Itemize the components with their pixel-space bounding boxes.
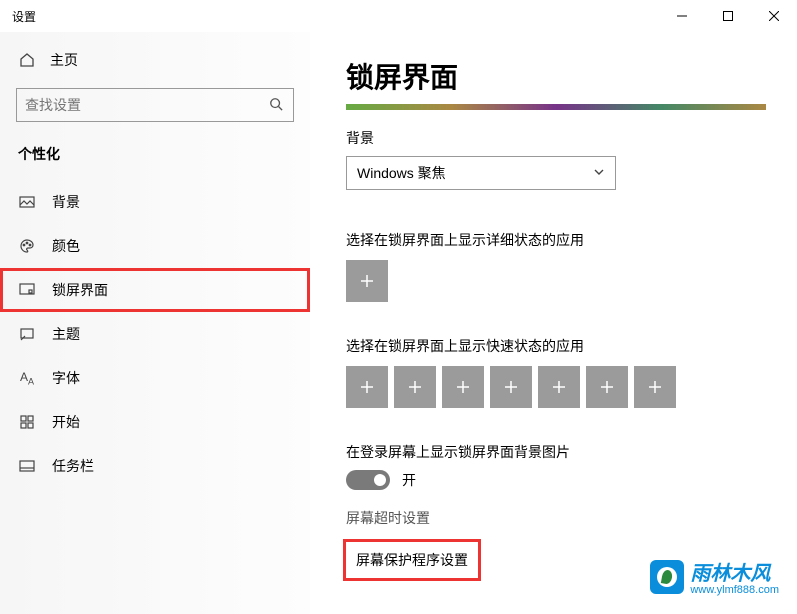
search-input[interactable] — [25, 97, 269, 113]
sidebar-item-label: 背景 — [52, 192, 80, 212]
add-quick-app-tile[interactable] — [442, 366, 484, 408]
chevron-down-icon — [593, 165, 605, 181]
sidebar-item-taskbar[interactable]: 任务栏 — [0, 444, 310, 488]
home-label: 主页 — [50, 50, 78, 70]
login-picture-toggle[interactable] — [346, 470, 390, 490]
screen-timeout-link[interactable]: 屏幕超时设置 — [346, 508, 767, 528]
maximize-button[interactable] — [705, 0, 751, 32]
sidebar-item-label: 开始 — [52, 412, 80, 432]
section-header: 个性化 — [0, 140, 310, 180]
lockscreen-preview — [346, 104, 766, 110]
sidebar-item-fonts[interactable]: AA 字体 — [0, 356, 310, 400]
add-quick-app-tile[interactable] — [490, 366, 532, 408]
main-content: 锁屏界面 背景 Windows 聚焦 选择在锁屏界面上显示详细状态的应用 选择在… — [310, 32, 797, 614]
start-icon — [18, 415, 36, 429]
sidebar-item-themes[interactable]: 主题 — [0, 312, 310, 356]
page-title: 锁屏界面 — [346, 56, 767, 96]
screensaver-settings-link[interactable]: 屏幕保护程序设置 — [346, 542, 478, 578]
add-quick-app-tile[interactable] — [634, 366, 676, 408]
window-title: 设置 — [12, 8, 36, 25]
screensaver-link-text: 屏幕保护程序设置 — [356, 552, 468, 568]
picture-icon — [18, 194, 36, 210]
add-quick-app-tile[interactable] — [538, 366, 580, 408]
sidebar-item-label: 颜色 — [52, 236, 80, 256]
sidebar-item-lockscreen[interactable]: 锁屏界面 — [0, 268, 310, 312]
taskbar-icon — [18, 460, 36, 472]
detailed-status-label: 选择在锁屏界面上显示详细状态的应用 — [346, 230, 767, 250]
toggle-knob — [374, 474, 386, 486]
close-button[interactable] — [751, 0, 797, 32]
sidebar: 主页 个性化 背景 颜色 锁屏界面 主题 AA 字体 — [0, 32, 310, 614]
sidebar-item-background[interactable]: 背景 — [0, 180, 310, 224]
watermark-logo-icon — [650, 560, 684, 594]
sidebar-item-colors[interactable]: 颜色 — [0, 224, 310, 268]
watermark: 雨林木风 www.ylmf888.com — [650, 557, 779, 596]
add-detailed-app-tile[interactable] — [346, 260, 388, 302]
background-label: 背景 — [346, 128, 767, 148]
search-icon — [269, 97, 285, 114]
dropdown-value: Windows 聚焦 — [357, 163, 446, 183]
watermark-text: 雨林木风 — [690, 563, 770, 585]
sidebar-item-start[interactable]: 开始 — [0, 400, 310, 444]
sidebar-item-label: 锁屏界面 — [52, 280, 108, 300]
titlebar: 设置 — [0, 0, 797, 32]
home-icon — [18, 52, 36, 68]
minimize-button[interactable] — [659, 0, 705, 32]
palette-icon — [18, 238, 36, 254]
lockscreen-icon — [18, 282, 36, 298]
add-quick-app-tile[interactable] — [394, 366, 436, 408]
background-dropdown[interactable]: Windows 聚焦 — [346, 156, 616, 190]
add-quick-app-tile[interactable] — [586, 366, 628, 408]
sidebar-item-label: 字体 — [52, 368, 80, 388]
sidebar-item-label: 主题 — [52, 324, 80, 344]
window-controls — [659, 0, 797, 32]
sidebar-item-label: 任务栏 — [52, 456, 94, 476]
font-icon: AA — [18, 370, 36, 386]
home-button[interactable]: 主页 — [0, 40, 310, 80]
watermark-url: www.ylmf888.com — [690, 584, 779, 596]
theme-icon — [18, 326, 36, 342]
quick-status-label: 选择在锁屏界面上显示快速状态的应用 — [346, 336, 767, 356]
login-picture-label: 在登录屏幕上显示锁屏界面背景图片 — [346, 442, 767, 462]
search-box[interactable] — [16, 88, 294, 122]
add-quick-app-tile[interactable] — [346, 366, 388, 408]
toggle-state-label: 开 — [402, 470, 416, 490]
